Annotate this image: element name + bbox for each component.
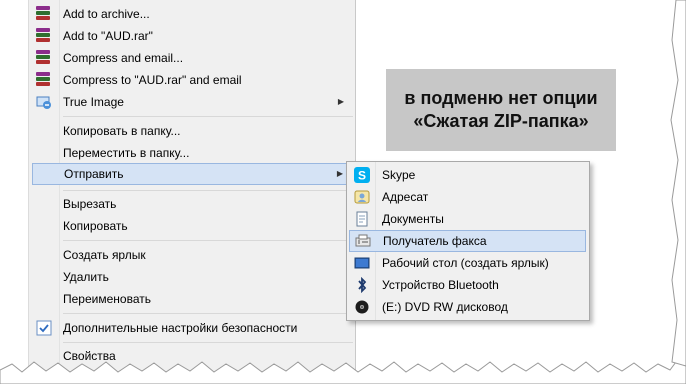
- menu-item-send-to[interactable]: Отправить ▶: [32, 163, 354, 185]
- true-image-icon: [36, 94, 52, 110]
- menu-item-add-to-archive[interactable]: Add to archive...: [32, 3, 354, 25]
- menu-item-label: Переименовать: [63, 292, 151, 306]
- menu-item-label: Свойства: [63, 349, 116, 363]
- menu-item-label: Создать ярлык: [63, 248, 146, 262]
- submenu-item-label: (E:) DVD RW дисковод: [382, 300, 508, 314]
- security-settings-icon: [36, 320, 52, 336]
- menu-item-label: Копировать в папку...: [63, 124, 181, 138]
- documents-icon: [354, 211, 370, 227]
- dvd-drive-icon: [354, 299, 370, 315]
- menu-separator: [63, 240, 353, 241]
- annotation-caption: в подменю нет опции «Сжатая ZIP-папка»: [386, 69, 616, 151]
- menu-item-label: Compress and email...: [63, 51, 184, 65]
- winrar-icon: [36, 6, 52, 22]
- menu-item-label: Compress to "AUD.rar" and email: [63, 73, 242, 87]
- menu-item-properties[interactable]: Свойства: [32, 345, 354, 367]
- menu-item-label: Дополнительные настройки безопасности: [63, 321, 298, 335]
- menu-separator: [63, 190, 353, 191]
- submenu-item-label: Рабочий стол (создать ярлык): [382, 256, 549, 270]
- menu-item-label: Отправить: [64, 167, 124, 181]
- menu-item-add-to-rar[interactable]: Add to "AUD.rar": [32, 25, 354, 47]
- caption-line-1: в подменю нет опции: [404, 88, 598, 108]
- submenu-arrow-icon: ▶: [337, 97, 344, 106]
- submenu-item-label: Skype: [382, 168, 416, 182]
- submenu-item-documents[interactable]: Документы: [349, 208, 586, 230]
- submenu-item-addressee[interactable]: Адресат: [349, 186, 586, 208]
- bluetooth-icon: [354, 276, 370, 294]
- menu-separator: [63, 342, 353, 343]
- menu-item-copy[interactable]: Копировать: [32, 215, 354, 237]
- winrar-icon: [36, 50, 52, 66]
- submenu-item-desktop-shortcut[interactable]: Рабочий стол (создать ярлык): [349, 252, 586, 274]
- menu-item-move-to-folder[interactable]: Переместить в папку...: [32, 142, 354, 164]
- menu-item-security-settings[interactable]: Дополнительные настройки безопасности: [32, 317, 354, 339]
- svg-text:S: S: [358, 169, 366, 183]
- submenu-item-bluetooth[interactable]: Устройство Bluetooth: [349, 274, 586, 296]
- send-to-submenu: S Skype Адресат Документы Получатель фак…: [346, 161, 590, 321]
- menu-item-compress-to-rar-and-email[interactable]: Compress to "AUD.rar" and email: [32, 69, 354, 91]
- context-menu: Add to archive... Add to "AUD.rar" Compr…: [28, 0, 356, 384]
- submenu-item-skype[interactable]: S Skype: [349, 164, 586, 186]
- submenu-arrow-icon: ▶: [336, 169, 343, 178]
- menu-item-label: Удалить: [63, 270, 109, 284]
- menu-item-label: Копировать: [63, 219, 128, 233]
- menu-item-label: Add to archive...: [63, 7, 150, 21]
- winrar-icon: [36, 28, 52, 44]
- submenu-item-fax-recipient[interactable]: Получатель факса: [349, 230, 586, 252]
- submenu-item-label: Получатель факса: [383, 234, 487, 248]
- menu-item-label: Вырезать: [63, 197, 117, 211]
- menu-item-label: Переместить в папку...: [63, 146, 190, 160]
- menu-item-copy-to-folder[interactable]: Копировать в папку...: [32, 120, 354, 142]
- menu-item-rename[interactable]: Переименовать: [32, 288, 354, 310]
- winrar-icon: [36, 72, 52, 88]
- submenu-item-label: Документы: [382, 212, 444, 226]
- menu-item-label: Add to "AUD.rar": [63, 29, 153, 43]
- contact-icon: [354, 189, 370, 205]
- submenu-item-label: Устройство Bluetooth: [382, 278, 499, 292]
- menu-item-true-image[interactable]: True Image ▶: [32, 91, 354, 113]
- menu-separator: [63, 313, 353, 314]
- desktop-icon: [354, 255, 370, 271]
- submenu-item-dvd-drive[interactable]: (E:) DVD RW дисковод: [349, 296, 586, 318]
- menu-separator: [63, 116, 353, 117]
- menu-item-delete[interactable]: Удалить: [32, 266, 354, 288]
- submenu-item-label: Адресат: [382, 190, 429, 204]
- menu-item-cut[interactable]: Вырезать: [32, 193, 354, 215]
- fax-icon: [355, 233, 371, 249]
- skype-icon: S: [354, 167, 370, 183]
- caption-line-2: «Сжатая ZIP-папка»: [413, 111, 589, 131]
- menu-item-compress-and-email[interactable]: Compress and email...: [32, 47, 354, 69]
- menu-item-create-shortcut[interactable]: Создать ярлык: [32, 244, 354, 266]
- menu-item-label: True Image: [63, 95, 124, 109]
